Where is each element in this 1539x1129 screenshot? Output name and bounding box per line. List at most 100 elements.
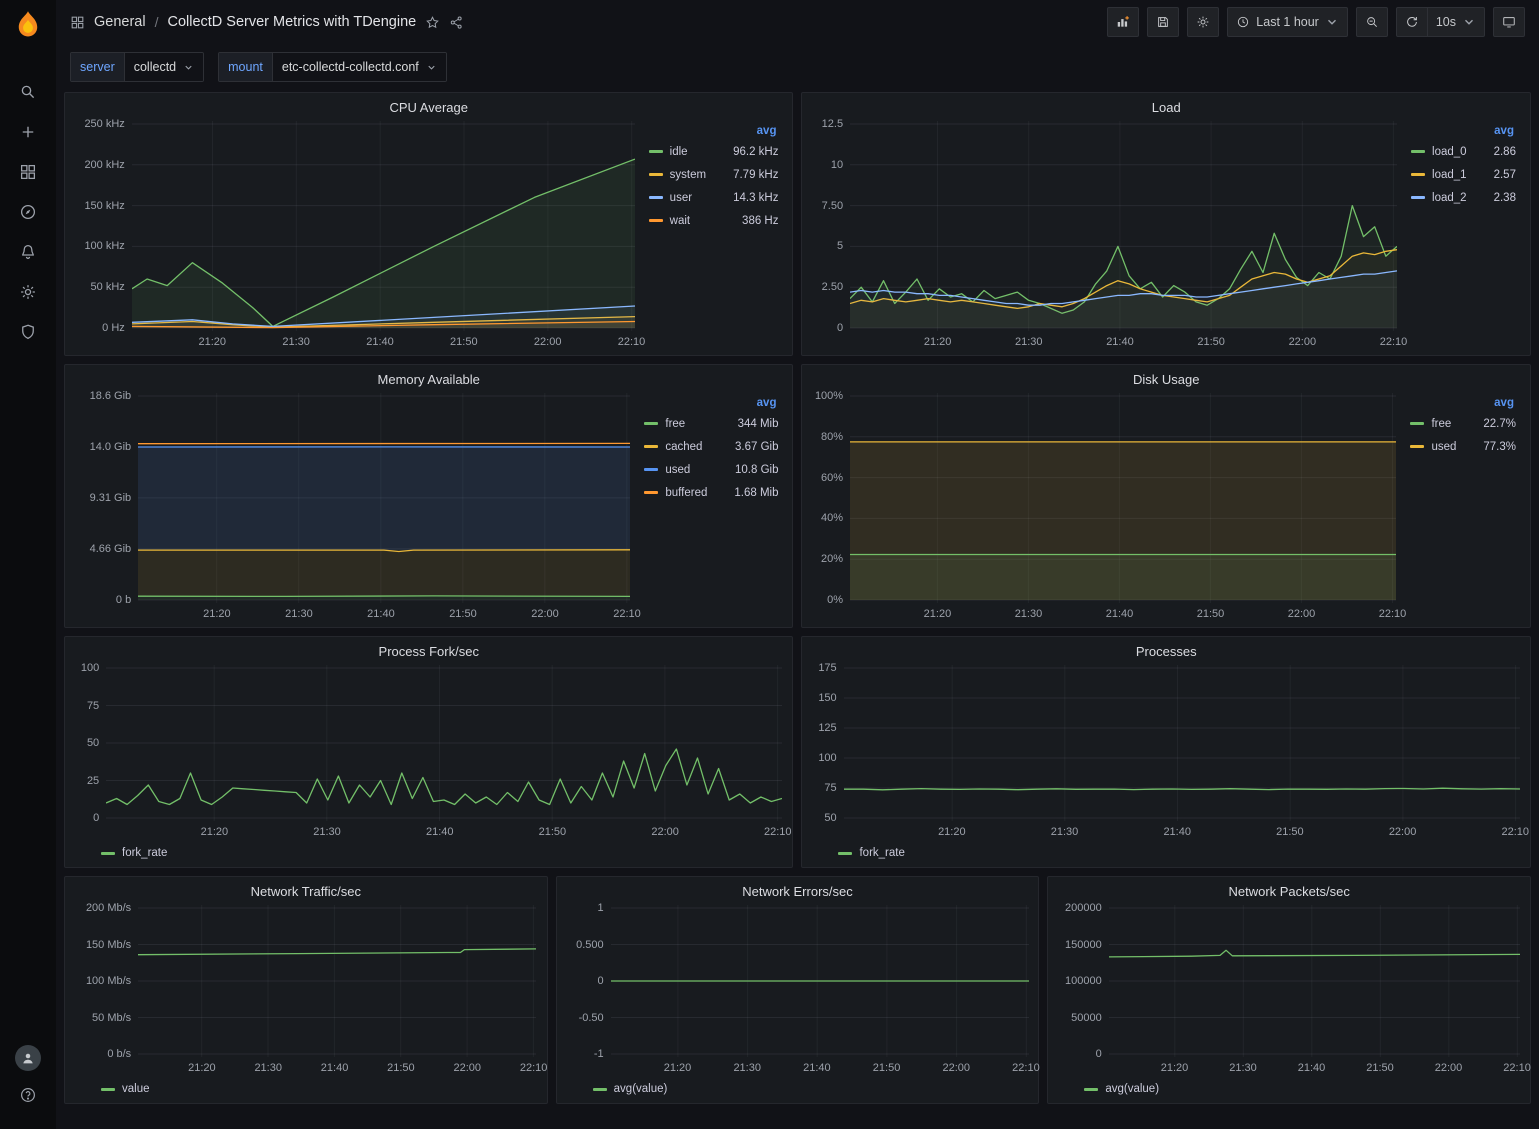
y-axis-label: 0 <box>1096 1048 1102 1060</box>
legend-label: cached <box>665 441 702 453</box>
navbar: General / CollectD Server Metrics with T… <box>56 0 1539 44</box>
x-axis-label: 21:20 <box>1152 1062 1196 1074</box>
plot-area[interactable] <box>1109 905 1520 1057</box>
plot-area[interactable] <box>850 121 1397 331</box>
legend-item-free[interactable]: free344 Mib <box>644 412 778 435</box>
variable-value-picker[interactable]: etc-collectd-collectd.conf <box>272 53 446 81</box>
plot-area[interactable] <box>844 665 1520 821</box>
refresh-group: 10s <box>1396 7 1485 37</box>
chevron-down-icon <box>1462 15 1476 29</box>
star-icon[interactable] <box>425 15 440 30</box>
legend-label: idle <box>670 146 688 158</box>
chevron-down-icon <box>426 62 437 73</box>
plot-area[interactable] <box>850 393 1396 603</box>
legend-item-free[interactable]: free22.7% <box>1410 412 1516 435</box>
legend: avgidle96.2 kHzsystem7.79 kHzuser14.3 kH… <box>635 121 783 351</box>
legend-item-system[interactable]: system 7.79 kHz <box>649 163 779 186</box>
panel-title[interactable]: Processes <box>812 637 1520 665</box>
plot-area[interactable] <box>138 905 536 1057</box>
legend-item-cached[interactable]: cached3.67 Gib <box>644 435 778 458</box>
dashboard-title[interactable]: CollectD Server Metrics with TDengine <box>167 14 416 30</box>
variable-mount[interactable]: mount etc-collectd-collectd.conf <box>218 52 447 82</box>
refresh-button[interactable] <box>1396 7 1428 37</box>
y-axis-label: 40% <box>821 512 843 524</box>
legend-label: load_0 <box>1432 146 1467 158</box>
legend-item-avg(value)[interactable]: avg(value) <box>1084 1083 1159 1095</box>
panel-title[interactable]: Memory Available <box>75 365 782 393</box>
user-avatar[interactable] <box>15 1045 41 1071</box>
legend-item-fork_rate[interactable]: fork_rate <box>101 847 167 859</box>
dashboards-icon[interactable] <box>8 152 48 192</box>
explore-compass-icon[interactable] <box>8 192 48 232</box>
breadcrumb-folder[interactable]: General <box>94 14 146 30</box>
legend-value: 14.3 kHz <box>713 192 778 204</box>
legend-item-wait[interactable]: wait386 Hz <box>649 209 779 232</box>
legend-item-value[interactable]: value <box>101 1083 150 1095</box>
share-icon[interactable] <box>449 15 464 30</box>
x-axis-label: 22:00 <box>445 1062 489 1074</box>
x-axis-label: 21:30 <box>305 826 349 838</box>
x-axis-label: 22:10 <box>1495 1062 1539 1074</box>
legend-item-avg(value)[interactable]: avg(value) <box>593 1083 668 1095</box>
x-axis-label: 21:40 <box>359 608 403 620</box>
add-panel-button[interactable] <box>1107 7 1139 37</box>
x-axis-label: 21:50 <box>865 1062 909 1074</box>
plot-area[interactable] <box>132 121 635 331</box>
legend: avg(value) <box>567 1077 1029 1099</box>
panel-title[interactable]: Disk Usage <box>812 365 1520 393</box>
legend-swatch <box>1410 445 1424 448</box>
chart: 12.5107.5052.500 21:2021:3021:4021:5022:… <box>812 121 1397 351</box>
chart-svg <box>1109 905 1520 1057</box>
admin-shield-icon[interactable] <box>8 312 48 352</box>
plot-area[interactable] <box>138 393 630 603</box>
panel-title[interactable]: Network Traffic/sec <box>75 877 537 905</box>
panel-title[interactable]: Process Fork/sec <box>75 637 782 665</box>
x-axis-label: 22:10 <box>1372 336 1416 348</box>
dashboard-settings-button[interactable] <box>1187 7 1219 37</box>
x-axis-label: 21:40 <box>1290 1062 1334 1074</box>
legend-value: 7.79 kHz <box>713 169 778 181</box>
legend-item-load_2[interactable]: load_22.38 <box>1411 186 1516 209</box>
plot-area[interactable] <box>611 905 1029 1057</box>
monitor-icon <box>1502 15 1516 29</box>
legend-label: wait <box>670 215 690 227</box>
legend-swatch <box>644 422 658 425</box>
tv-mode-button[interactable] <box>1493 7 1525 37</box>
chart: 10.5000-0.50-1 21:2021:3021:4021:5022:00… <box>567 905 1029 1077</box>
legend-item-idle[interactable]: idle96.2 kHz <box>649 140 779 163</box>
legend-label: system <box>670 169 706 181</box>
variable-value-picker[interactable]: collectd <box>124 53 203 81</box>
time-range-picker[interactable]: Last 1 hour <box>1227 7 1348 37</box>
plot-area[interactable] <box>106 665 782 821</box>
legend: fork_rate <box>75 841 782 863</box>
dashboard-grid-icon[interactable] <box>70 15 85 30</box>
search-icon[interactable] <box>8 72 48 112</box>
grafana-logo[interactable] <box>13 10 43 42</box>
legend-header: avg <box>1410 397 1516 409</box>
configuration-gear-icon[interactable] <box>8 272 48 312</box>
x-axis-label: 21:50 <box>442 336 486 348</box>
panel-title[interactable]: Network Packets/sec <box>1058 877 1520 905</box>
x-axis-label: 22:10 <box>756 826 800 838</box>
legend-item-user[interactable]: user14.3 kHz <box>649 186 779 209</box>
legend-item-buffered[interactable]: buffered1.68 Mib <box>644 481 778 504</box>
alerting-bell-icon[interactable] <box>8 232 48 272</box>
refresh-interval-picker[interactable]: 10s <box>1427 7 1485 37</box>
x-axis-label: 22:00 <box>1280 336 1324 348</box>
panel-process-fork: Process Fork/sec 1007550250 21:2021:3021… <box>64 636 793 868</box>
save-dashboard-button[interactable] <box>1147 7 1179 37</box>
panel-title[interactable]: Network Errors/sec <box>567 877 1029 905</box>
legend-value: 2.57 <box>1474 169 1516 181</box>
legend-item-fork_rate[interactable]: fork_rate <box>838 847 904 859</box>
create-plus-icon[interactable] <box>8 112 48 152</box>
legend-item-used[interactable]: used10.8 Gib <box>644 458 778 481</box>
zoom-out-button[interactable] <box>1356 7 1388 37</box>
legend-item-load_1[interactable]: load_12.57 <box>1411 163 1516 186</box>
panel-title[interactable]: CPU Average <box>75 93 782 121</box>
help-icon[interactable] <box>8 1075 48 1115</box>
y-axis-label: 10 <box>831 159 843 171</box>
legend-item-load_0[interactable]: load_02.86 <box>1411 140 1516 163</box>
variable-server[interactable]: server collectd <box>70 52 204 82</box>
legend-item-used[interactable]: used77.3% <box>1410 435 1516 458</box>
panel-title[interactable]: Load <box>812 93 1520 121</box>
